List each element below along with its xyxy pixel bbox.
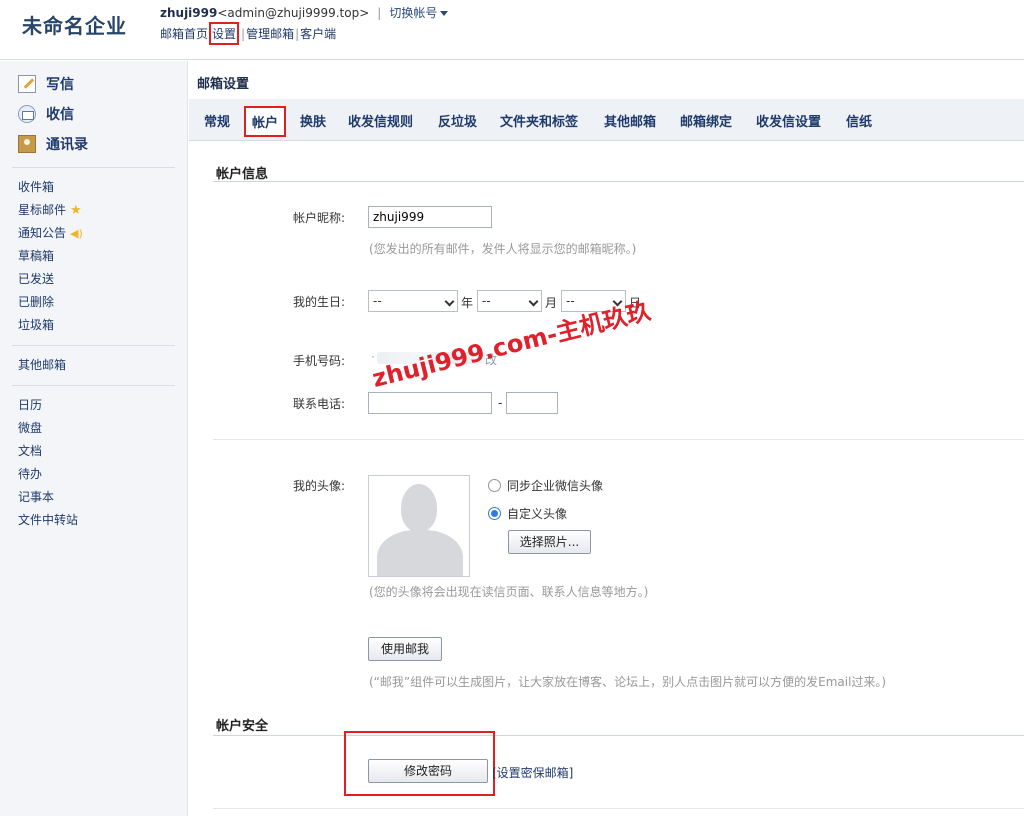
receive-label: 收信 — [46, 107, 74, 123]
settings-panel: 邮箱设置 常规 帐户 换肤 收发信规则 反垃圾 文件夹和标签 其他邮箱 邮箱绑定… — [189, 61, 1024, 816]
app-drive[interactable]: 微盘 — [0, 417, 187, 440]
app-file-transfer[interactable]: 文件中转站 — [0, 509, 187, 532]
nickname-input[interactable] — [368, 206, 492, 228]
top-nav: 邮箱首页 设置 |管理邮箱|客户端 — [160, 22, 336, 45]
phone-area-input[interactable] — [368, 392, 492, 414]
tab-mail-rules[interactable]: 收发信规则 — [348, 111, 413, 130]
app-calendar[interactable]: 日历 — [0, 394, 187, 417]
choose-photo-button[interactable]: 选择照片... — [508, 530, 591, 554]
custom-avatar-label: 自定义头像 — [507, 507, 568, 521]
contacts-label: 通讯录 — [46, 137, 88, 153]
divider — [12, 167, 175, 168]
compose-icon — [18, 75, 36, 93]
birthday-month-select[interactable]: -- — [477, 290, 542, 312]
account-info-title: 帐户信息 — [216, 167, 269, 182]
birthday-year-value: -- — [373, 294, 382, 308]
nickname-label: 帐户昵称: — [292, 211, 345, 225]
change-password-button[interactable]: 修改密码 — [368, 759, 488, 783]
account-security-title: 帐户安全 — [216, 719, 269, 734]
compose-label: 写信 — [46, 77, 74, 93]
avatar-image — [368, 475, 470, 577]
tab-other-mailbox[interactable]: 其他邮箱 — [604, 111, 656, 130]
compose-button[interactable]: 写信 — [0, 69, 187, 99]
user-email: <admin@zhuji9999.top> — [217, 6, 370, 20]
month-unit: 月 — [545, 296, 558, 310]
app-todo[interactable]: 待办 — [0, 463, 187, 486]
folder-drafts[interactable]: 草稿箱 — [0, 245, 187, 268]
contacts-icon — [18, 135, 36, 153]
set-security-email-link[interactable]: [设置密保邮箱] — [492, 764, 573, 781]
settings-tabs: 常规 帐户 换肤 收发信规则 反垃圾 文件夹和标签 其他邮箱 邮箱绑定 收发信设… — [189, 99, 1024, 141]
chevron-down-icon — [444, 296, 455, 307]
other-mailbox-link[interactable]: 其他邮箱 — [0, 354, 187, 377]
avatar-head-shape — [401, 484, 437, 532]
phone-label: 联系电话: — [292, 397, 345, 411]
radio-custom-avatar[interactable] — [488, 507, 501, 520]
avatar-hint: (您的头像将会出现在读信页面、联系人信息等地方。) — [369, 585, 649, 599]
switch-account-label: 切换帐号 — [389, 6, 438, 20]
folder-deleted[interactable]: 已删除 — [0, 291, 187, 314]
app-notes[interactable]: 记事本 — [0, 486, 187, 509]
settings-highlight: 设置 — [209, 22, 240, 45]
separator: | — [377, 6, 382, 20]
page-title: 邮箱设置 — [197, 77, 250, 92]
folder-announcements[interactable]: 通知公告 ◀) — [0, 222, 187, 245]
nav-settings[interactable]: 设置 — [212, 27, 236, 41]
tab-account[interactable]: 帐户 — [244, 106, 287, 137]
tab-general[interactable]: 常规 — [204, 111, 230, 130]
tab-send-receive[interactable]: 收发信设置 — [756, 111, 821, 130]
phone-dash: - — [498, 396, 503, 410]
sync-avatar-label: 同步企业微信头像 — [507, 479, 604, 493]
birthday-year-select[interactable]: -- — [368, 290, 458, 312]
year-unit: 年 — [461, 296, 474, 310]
mail-me-button[interactable]: 使用邮我 — [368, 637, 442, 661]
tab-folders-labels[interactable]: 文件夹和标签 — [500, 111, 578, 130]
contacts-button[interactable]: 通讯录 — [0, 129, 187, 159]
star-icon: ★ — [70, 203, 82, 218]
folder-starred[interactable]: 星标邮件 ★ — [0, 199, 187, 222]
tab-skin[interactable]: 换肤 — [300, 111, 326, 130]
birthday-label: 我的生日: — [292, 295, 345, 309]
chevron-down-icon — [528, 296, 539, 307]
tab-mailbox-binding[interactable]: 邮箱绑定 — [680, 111, 732, 130]
radio-sync-avatar[interactable] — [488, 479, 501, 492]
tab-anti-spam[interactable]: 反垃圾 — [438, 111, 477, 130]
mail-me-hint: (“邮我”组件可以生成图片，让大家放在博客、论坛上，别人点击图片就可以方便的发E… — [369, 675, 887, 689]
sidebar: 写信 收信 通讯录 收件箱 星标邮件 ★ 通知公告 ◀) 草稿箱 已发送 已删除 垃… — [0, 61, 188, 816]
folder-inbox[interactable]: 收件箱 — [0, 176, 187, 199]
nav-client[interactable]: 客户端 — [300, 27, 336, 41]
avatar-body-shape — [377, 530, 463, 576]
mobile-label: 手机号码: — [292, 354, 345, 368]
inbox-check-button[interactable]: 收信 — [0, 99, 187, 129]
section-divider — [213, 181, 1024, 182]
folder-sent[interactable]: 已发送 — [0, 268, 187, 291]
app-docs[interactable]: 文档 — [0, 440, 187, 463]
avatar-label: 我的头像: — [292, 479, 345, 493]
company-name: 未命名企业 — [22, 14, 127, 38]
phone-number-input[interactable] — [506, 392, 558, 414]
divider — [12, 345, 175, 346]
nav-manage-mailbox[interactable]: 管理邮箱 — [246, 27, 294, 41]
nickname-hint: (您发出的所有邮件，发件人将显示您的邮箱昵称。) — [369, 242, 637, 256]
switch-account-button[interactable]: 切换帐号 — [389, 6, 449, 20]
speaker-icon: ◀) — [70, 227, 83, 240]
divider — [12, 385, 175, 386]
user-info: zhuji999<admin@zhuji9999.top> | 切换帐号 — [160, 4, 449, 21]
folder-starred-label: 星标邮件 — [18, 203, 67, 217]
row-divider — [213, 808, 1024, 809]
birthday-day-value: -- — [566, 294, 575, 308]
tab-stationery[interactable]: 信纸 — [846, 111, 872, 130]
folder-spam[interactable]: 垃圾箱 — [0, 314, 187, 337]
top-header: 未命名企业 zhuji999<admin@zhuji9999.top> | 切换帐号… — [0, 0, 1024, 60]
row-divider — [213, 439, 1024, 440]
inbox-icon — [18, 105, 36, 123]
birthday-month-value: -- — [482, 294, 491, 308]
user-name: zhuji999 — [160, 6, 218, 20]
caret-down-icon — [440, 11, 449, 16]
folder-announcements-label: 通知公告 — [18, 226, 67, 240]
nav-mailbox-home[interactable]: 邮箱首页 — [160, 27, 208, 41]
section-divider — [213, 735, 1024, 736]
